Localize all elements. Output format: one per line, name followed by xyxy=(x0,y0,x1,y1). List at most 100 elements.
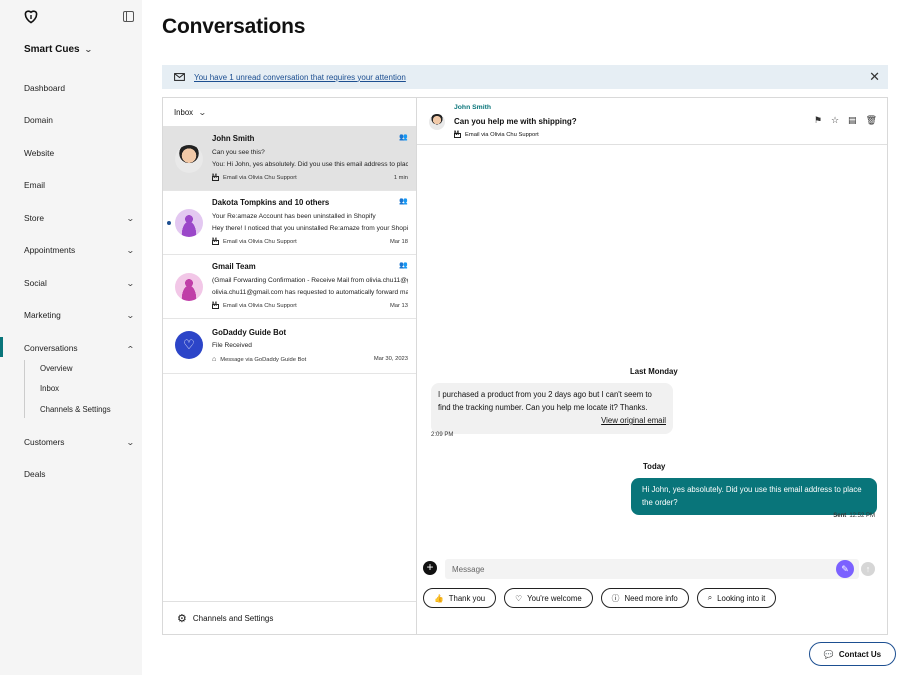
thread-actions: ⚑ ☆ ▤ 🗑 xyxy=(814,115,877,126)
channel-label: Message via GoDaddy Guide Bot xyxy=(220,356,307,363)
godaddy-logo-icon[interactable] xyxy=(24,10,38,24)
unread-dot xyxy=(167,221,171,225)
conversation-preview: You: Hi John, yes absolutely. Did you us… xyxy=(212,161,408,168)
sidebar-item-customers[interactable]: Customers ⌄ xyxy=(24,435,136,449)
sidebar-item-label: Email xyxy=(24,180,45,190)
channels-settings-link[interactable]: ⚙ Channels and Settings xyxy=(163,601,416,634)
quick-reply-looking[interactable]: ⌕ Looking into it xyxy=(696,588,777,608)
add-attachment-button[interactable]: + xyxy=(423,561,437,575)
star-icon[interactable]: ☆ xyxy=(831,115,839,126)
contact-name[interactable]: John Smith xyxy=(454,104,491,111)
channel-label: Email via Olivia Chu Support xyxy=(465,132,539,138)
chevron-down-icon: ⌄ xyxy=(198,108,207,117)
outgoing-message: Hi John, yes absolutely. Did you use thi… xyxy=(631,478,877,515)
unread-link[interactable]: You have 1 unread conversation that requ… xyxy=(194,73,406,82)
conversation-channel: ⌂ Message via GoDaddy Guide Bot xyxy=(212,356,306,363)
message-input[interactable]: Message xyxy=(445,559,859,579)
sent-time: 12:52 PM xyxy=(849,513,875,519)
chevron-down-icon: ⌄ xyxy=(126,213,136,223)
conversation-name: Dakota Tompkins and 10 others xyxy=(212,198,330,207)
heart-icon: ♡ xyxy=(515,593,523,603)
sidebar-item-label: Deals xyxy=(24,469,46,479)
archive-icon[interactable]: ▤ xyxy=(848,115,857,126)
trash-icon[interactable]: 🗑 xyxy=(866,115,877,126)
gmail-icon xyxy=(212,238,219,245)
chip-label: Looking into it xyxy=(717,593,766,603)
sidebar-item-domain[interactable]: Domain xyxy=(24,113,134,127)
active-indicator xyxy=(0,337,3,357)
channel-label: Email via Olivia Chu Support xyxy=(223,175,297,181)
list-item[interactable]: ♡ GoDaddy Guide Bot File Received ⌂ Messa… xyxy=(163,319,416,374)
unread-banner: You have 1 unread conversation that requ… xyxy=(162,65,888,89)
list-item[interactable]: Gmail Team 👥 (Gmail Forwarding Confirmat… xyxy=(163,255,416,319)
incoming-message-text: I purchased a product from you 2 days ag… xyxy=(438,390,652,412)
ai-assist-icon[interactable]: ✎ xyxy=(836,560,854,578)
sidebar-item-label: Conversations xyxy=(24,343,78,353)
question-icon: ⓘ xyxy=(611,593,620,603)
avatar xyxy=(175,145,203,173)
channel-label: Email via Olivia Chu Support xyxy=(223,239,297,245)
chevron-down-icon: ⌄ xyxy=(126,310,136,320)
sidebar-item-label: Customers xyxy=(24,437,65,447)
sidebar-subitem-channels-settings[interactable]: Channels & Settings xyxy=(40,405,111,414)
list-item[interactable]: John Smith 👥 Can you see this? You: Hi J… xyxy=(163,126,416,191)
conversation-list: Inbox ⌄ John Smith 👥 Can you see this? Y… xyxy=(163,98,417,634)
sidebar-subitem-overview[interactable]: Overview xyxy=(40,364,73,373)
close-icon[interactable]: ✕ xyxy=(869,70,880,83)
conversation-channel: Email via Olivia Chu Support xyxy=(212,238,297,245)
thumbs-up-icon: 👍 xyxy=(434,593,444,603)
conversation-preview: Hey there! I noticed that you uninstalle… xyxy=(212,225,408,232)
incoming-time: 2:09 PM xyxy=(431,432,454,438)
sidebar-subitem-inbox[interactable]: Inbox xyxy=(40,384,59,393)
gear-icon: ⚙ xyxy=(177,612,187,625)
chevron-down-icon: ⌄ xyxy=(126,245,136,255)
inbox-filter[interactable]: Inbox ⌄ xyxy=(174,108,207,117)
view-original-link[interactable]: View original email xyxy=(438,415,666,428)
chevron-down-icon: ⌄ xyxy=(126,437,136,447)
sidebar-item-social[interactable]: Social ⌄ xyxy=(24,276,135,290)
sidebar-item-marketing[interactable]: Marketing ⌄ xyxy=(24,308,136,322)
chip-label: Need more info xyxy=(624,593,678,603)
sidebar-item-deals[interactable]: Deals xyxy=(24,467,134,481)
multi-user-icon: 👥 xyxy=(399,134,408,141)
sidebar-item-appointments[interactable]: Appointments ⌄ xyxy=(24,243,136,257)
gmail-icon xyxy=(212,302,219,309)
avatar xyxy=(429,114,445,130)
bot-avatar: ♡ xyxy=(175,331,203,359)
sidebar-item-label: Dashboard xyxy=(24,83,65,93)
multi-user-icon: 👥 xyxy=(399,198,408,205)
envelope-icon xyxy=(174,73,185,81)
multi-user-icon: 👥 xyxy=(399,262,408,269)
send-button[interactable]: ↑ xyxy=(861,562,875,576)
sidebar-item-label: Appointments xyxy=(24,245,76,255)
account-name: Smart Cues xyxy=(24,44,80,55)
contact-us-button[interactable]: 💬 Contact Us xyxy=(809,642,896,666)
conversation-time: Mar 13 xyxy=(389,303,408,309)
chevron-down-icon: ⌄ xyxy=(83,45,93,54)
sidebar: Smart Cues ⌄ Dashboard Domain Website Em… xyxy=(0,0,142,675)
list-item[interactable]: Dakota Tompkins and 10 others 👥 Your Re:… xyxy=(163,191,416,255)
channel-label: Email via Olivia Chu Support xyxy=(223,303,297,309)
conversation-channel: Email via Olivia Chu Support xyxy=(212,302,297,309)
quick-reply-welcome[interactable]: ♡ You're welcome xyxy=(504,588,593,608)
quick-reply-more-info[interactable]: ⓘ Need more info xyxy=(600,588,689,608)
quick-replies: 👍 Thank you ♡ You're welcome ⓘ Need more in… xyxy=(423,588,777,608)
sidebar-collapse-icon[interactable] xyxy=(123,11,134,22)
quick-reply-thank-you[interactable]: 👍 Thank you xyxy=(423,588,497,608)
sidebar-item-conversations[interactable]: Conversations ⌄ xyxy=(24,341,136,355)
sidebar-item-email[interactable]: Email xyxy=(24,178,134,192)
sidebar-item-dashboard[interactable]: Dashboard xyxy=(24,81,134,95)
thread-channel: Email via Olivia Chu Support xyxy=(454,131,539,138)
conversation-subject: Can you see this? xyxy=(212,149,265,156)
sent-label: Sent xyxy=(833,513,847,519)
inbox-filter-label: Inbox xyxy=(174,108,194,117)
conversation-subject: File Received xyxy=(212,342,252,349)
conversation-subject: Your Re:amaze Account has been uninstall… xyxy=(212,213,376,220)
gmail-icon xyxy=(454,131,461,138)
sidebar-item-website[interactable]: Website xyxy=(24,146,134,160)
search-icon: ⌕ xyxy=(707,593,713,602)
sidebar-item-store[interactable]: Store ⌄ xyxy=(24,211,136,225)
chevron-up-icon: ⌄ xyxy=(126,343,136,353)
account-switcher[interactable]: Smart Cues ⌄ xyxy=(24,44,93,55)
flag-icon[interactable]: ⚑ xyxy=(814,115,822,126)
